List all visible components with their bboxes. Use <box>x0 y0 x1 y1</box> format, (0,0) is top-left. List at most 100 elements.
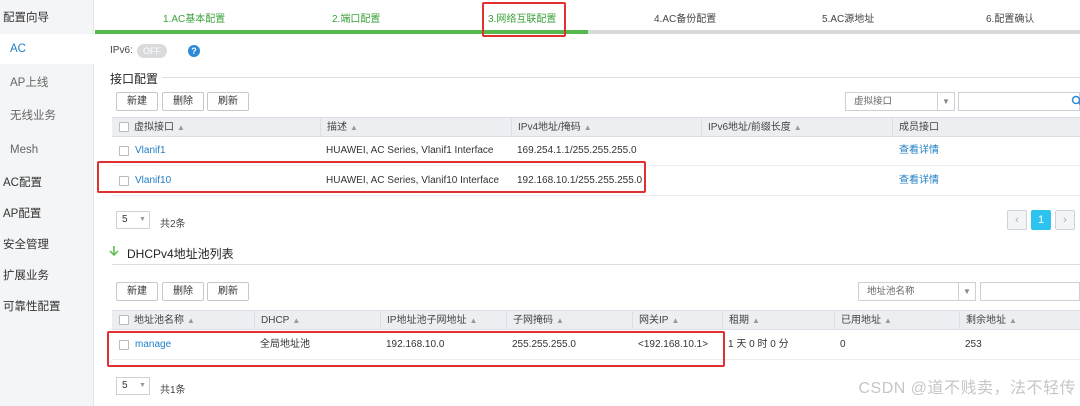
interface-name-link[interactable]: Vlanif1 <box>135 136 166 166</box>
watermark: CSDN @道不贱卖，法不轻传 <box>858 380 1076 397</box>
pager-page-1-button[interactable]: 1 <box>1031 210 1051 230</box>
col-header-label: IPv4地址/掩码 <box>518 122 581 133</box>
sidebar: 配置向导 AC AP上线 无线业务 Mesh AC配置 AP配置 安全管理 扩展… <box>0 0 94 406</box>
col-header-ipv6[interactable]: IPv6地址/前缀长度 ▲ <box>701 118 802 137</box>
dhcp-new-button[interactable]: 新建 <box>116 282 158 301</box>
sort-icon: ▲ <box>752 316 760 325</box>
row-checkbox[interactable] <box>119 176 129 186</box>
sidebar-item-ac[interactable]: AC <box>0 34 94 64</box>
col-header-label: 成员接口 <box>899 122 939 133</box>
dhcp-refresh-button[interactable]: 刷新 <box>207 282 249 301</box>
col-header-label: 虚拟接口 <box>134 122 174 133</box>
search-icon[interactable] <box>1071 95 1080 107</box>
table-row[interactable]: manage 全局地址池 192.168.10.0 255.255.255.0 … <box>112 330 1080 360</box>
sidebar-item-security[interactable]: 安全管理 <box>0 230 94 260</box>
help-icon[interactable]: ? <box>188 45 200 57</box>
sort-icon: ▲ <box>884 316 892 325</box>
dhcp-delete-button[interactable]: 删除 <box>162 282 204 301</box>
table-row[interactable]: Vlanif1 HUAWEI, AC Series, Vlanif1 Inter… <box>112 136 1080 166</box>
sort-icon: ▲ <box>1009 316 1017 325</box>
interface-ipv4: 169.254.1.1/255.255.255.0 <box>517 145 637 156</box>
interface-name-link[interactable]: Vlanif10 <box>135 166 171 196</box>
collapse-arrow-icon[interactable] <box>108 245 120 257</box>
section-divider <box>162 77 1080 78</box>
dhcp-page-size-select[interactable]: 5 ▼ <box>116 377 150 395</box>
sort-icon: ▲ <box>292 316 301 325</box>
pool-subnet: 192.168.10.0 <box>386 339 445 350</box>
wizard-progress-fill <box>95 30 588 34</box>
col-header-label: IP地址池子网地址 <box>387 315 467 326</box>
member-details-link[interactable]: 查看详情 <box>899 166 939 196</box>
wizard-step-5[interactable]: 5.AC源地址 <box>822 10 874 25</box>
sidebar-item-config-wizard[interactable]: 配置向导 <box>0 3 94 33</box>
row-checkbox[interactable] <box>119 146 129 156</box>
row-checkbox[interactable] <box>119 340 129 350</box>
interface-total-count: 共2条 <box>160 219 186 230</box>
interface-description: HUAWEI, AC Series, Vlanif10 Interface <box>326 175 500 186</box>
dhcp-section-title: DHCPv4地址池列表 <box>127 247 234 261</box>
page-size-value: 5 <box>122 214 128 225</box>
wizard-step-4[interactable]: 4.AC备份配置 <box>654 10 716 25</box>
interface-description: HUAWEI, AC Series, Vlanif1 Interface <box>326 145 494 156</box>
col-header-member: 成员接口 <box>892 118 939 137</box>
pool-dhcp-type: 全局地址池 <box>260 339 310 350</box>
dhcp-search-input[interactable] <box>980 282 1080 301</box>
interface-search-input[interactable] <box>958 92 1080 111</box>
dhcp-filter-select-value: 地址池名称 <box>867 286 915 297</box>
interface-new-button[interactable]: 新建 <box>116 92 158 111</box>
pool-lease: 1 天 0 时 0 分 <box>728 339 789 350</box>
col-header-description[interactable]: 描述 ▲ <box>320 118 358 137</box>
col-header-gateway[interactable]: 网关IP ▲ <box>632 311 679 330</box>
col-header-label: 剩余地址 <box>966 315 1006 326</box>
wizard-steps: 1.AC基本配置 2.端口配置 3.网络互联配置 4.AC备份配置 5.AC源地… <box>95 0 1080 34</box>
wizard-step-1[interactable]: 1.AC基本配置 <box>163 10 225 25</box>
pool-mask: 255.255.255.0 <box>512 339 576 350</box>
col-header-subnet[interactable]: IP地址池子网地址 ▲ <box>380 311 477 330</box>
sort-icon: ▲ <box>793 123 802 132</box>
col-header-lease[interactable]: 租期 ▲ <box>722 311 760 330</box>
member-details-link[interactable]: 查看详情 <box>899 136 939 166</box>
interface-filter-select-value: 虚拟接口 <box>854 96 893 107</box>
table-row[interactable]: Vlanif10 HUAWEI, AC Series, Vlanif10 Int… <box>112 166 1080 196</box>
dhcp-table-header: 地址池名称 ▲ DHCP ▲ IP地址池子网地址 ▲ 子网掩码 ▲ 网关IP ▲ 租期 ▲ … <box>112 310 1080 330</box>
col-header-dhcp[interactable]: DHCP ▲ <box>254 311 300 330</box>
chevron-down-icon: ▼ <box>937 93 954 110</box>
interface-refresh-button[interactable]: 刷新 <box>207 92 249 111</box>
sort-icon: ▲ <box>177 123 185 132</box>
sidebar-item-reliability[interactable]: 可靠性配置 <box>0 292 94 322</box>
col-header-pool-name[interactable]: 地址池名称 ▲ <box>128 311 195 330</box>
sidebar-item-mesh[interactable]: Mesh <box>0 135 94 165</box>
wizard-step-6[interactable]: 6.配置确认 <box>986 10 1034 25</box>
interface-delete-button[interactable]: 删除 <box>162 92 204 111</box>
col-header-used[interactable]: 已用地址 ▲ <box>834 311 892 330</box>
col-header-ipv4[interactable]: IPv4地址/掩码 ▲ <box>511 118 592 137</box>
col-header-mask[interactable]: 子网掩码 ▲ <box>506 311 564 330</box>
col-header-virtual-interface[interactable]: 虚拟接口 ▲ <box>128 118 185 137</box>
sidebar-item-extended-services[interactable]: 扩展业务 <box>0 261 94 291</box>
pool-name-link[interactable]: manage <box>135 330 171 360</box>
col-header-label: 地址池名称 <box>134 315 184 326</box>
wizard-step-2[interactable]: 2.端口配置 <box>332 10 380 25</box>
ipv6-toggle[interactable]: OFF <box>137 44 167 58</box>
sidebar-item-wireless-service[interactable]: 无线业务 <box>0 101 94 131</box>
sidebar-item-ac-config[interactable]: AC配置 <box>0 168 94 198</box>
sort-icon: ▲ <box>556 316 564 325</box>
interface-page-size-select[interactable]: 5 ▼ <box>116 211 150 229</box>
sidebar-item-ap-config[interactable]: AP配置 <box>0 199 94 229</box>
col-header-label: 描述 <box>327 122 347 133</box>
col-header-label: 租期 <box>729 315 749 326</box>
col-header-remaining[interactable]: 剩余地址 ▲ <box>959 311 1017 330</box>
pager-prev-button[interactable]: ‹ <box>1007 210 1027 230</box>
wizard-step-3[interactable]: 3.网络互联配置 <box>488 10 556 25</box>
sort-icon: ▲ <box>350 123 358 132</box>
pager-next-button[interactable]: › <box>1055 210 1075 230</box>
dhcp-total-count: 共1条 <box>160 385 186 396</box>
wizard-progress-bar <box>95 30 1080 34</box>
sort-icon: ▲ <box>671 316 680 325</box>
interface-filter-select[interactable]: 虚拟接口 ▼ <box>845 92 955 111</box>
col-header-label: 已用地址 <box>841 315 881 326</box>
sort-icon: ▲ <box>469 316 478 325</box>
dhcp-filter-select[interactable]: 地址池名称 ▼ <box>858 282 976 301</box>
sidebar-item-ap-online[interactable]: AP上线 <box>0 68 94 98</box>
interface-table-header: 虚拟接口 ▲ 描述 ▲ IPv4地址/掩码 ▲ IPv6地址/前缀长度 ▲ 成员接口 <box>112 117 1080 137</box>
